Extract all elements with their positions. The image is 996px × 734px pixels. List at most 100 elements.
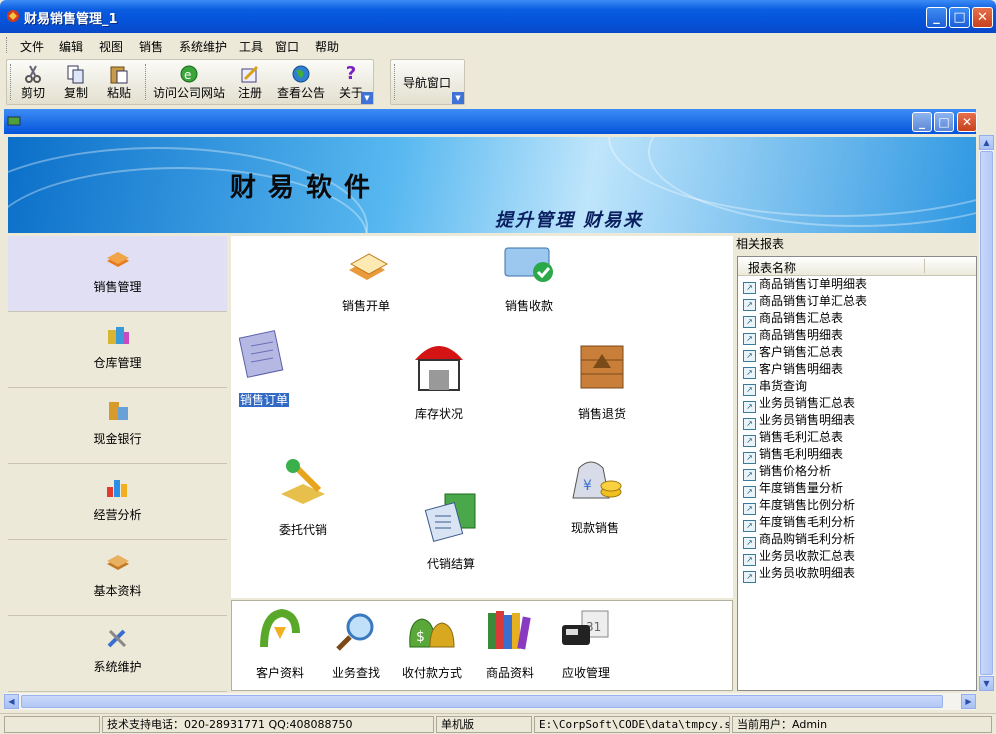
vertical-scrollbar[interactable]: ▲ ▼	[979, 135, 994, 691]
report-item[interactable]: ↗ 串货查询	[738, 378, 976, 396]
report-item[interactable]: ↗ 业务员销售汇总表	[738, 395, 976, 413]
node-label: 销售订单	[239, 393, 290, 407]
report-item-label: 年度销售量分析	[759, 481, 844, 495]
node-label: 销售收款	[504, 299, 553, 313]
warehouse-icon	[104, 322, 132, 348]
toolbar-chevron-icon[interactable]: ▼	[361, 92, 373, 104]
menu-edit[interactable]: 编辑	[59, 38, 83, 55]
shortcut-goods[interactable]: 商品资料	[482, 607, 538, 681]
report-item[interactable]: ↗ 客户销售汇总表	[738, 344, 976, 362]
node-inventory[interactable]: 库存状况	[411, 336, 467, 422]
scroll-left-icon[interactable]: ◀	[4, 694, 19, 709]
report-item[interactable]: ↗ 销售毛利明细表	[738, 446, 976, 464]
analysis-icon	[104, 474, 132, 500]
report-item[interactable]: ↗ 商品销售明细表	[738, 327, 976, 345]
sales-icon	[104, 246, 132, 272]
sidebar-item-analysis[interactable]: 经营分析	[8, 464, 227, 540]
paste-icon	[108, 64, 130, 84]
node-receipt[interactable]: 销售收款	[501, 244, 557, 314]
close-button[interactable]: ✕	[972, 7, 993, 28]
copy-button[interactable]: 复制	[62, 64, 90, 101]
scroll-down-icon[interactable]: ▼	[979, 676, 994, 691]
sidebar-item-system[interactable]: 系统维护	[8, 616, 227, 692]
help-icon: ?	[345, 63, 357, 84]
menu-window[interactable]: 窗口	[275, 38, 299, 55]
view-notice-label: 查看公告	[276, 86, 325, 100]
node-settlement[interactable]: 代销结算	[423, 490, 479, 572]
report-item[interactable]: ↗ 年度销售比例分析	[738, 497, 976, 515]
sidebar-item-bank[interactable]: 现金银行	[8, 388, 227, 464]
vertical-scroll-thumb[interactable]	[980, 151, 993, 675]
sidebar-item-label: 基本资料	[93, 584, 142, 598]
cut-button[interactable]: 剪切	[19, 64, 47, 101]
report-item-label: 业务员销售明细表	[759, 413, 856, 427]
sidebar-item-label: 仓库管理	[93, 356, 142, 370]
shortcut-customer[interactable]: 客户资料	[256, 607, 304, 681]
nav-window-button[interactable]: 导航窗口	[399, 74, 455, 91]
node-label: 代销结算	[426, 557, 475, 571]
child-maximize-button[interactable]: □	[934, 112, 954, 132]
node-order[interactable]: 销售订单	[238, 330, 290, 408]
report-item[interactable]: ↗ 销售毛利汇总表	[738, 429, 976, 447]
report-item[interactable]: ↗ 商品购销毛利分析	[738, 531, 976, 549]
horizontal-scroll-thumb[interactable]	[21, 695, 943, 708]
child-close-button[interactable]: ✕	[957, 112, 977, 132]
report-item[interactable]: ↗ 年度销售量分析	[738, 480, 976, 498]
window-titlebar: 财易销售管理_1 _ □ ✕	[0, 0, 996, 33]
report-item-label: 业务员收款明细表	[759, 566, 856, 580]
report-item[interactable]: ↗ 业务员收款明细表	[738, 565, 976, 583]
nav-toolbar-grip	[394, 64, 397, 100]
node-consign[interactable]: 委托代销	[275, 456, 331, 538]
order-icon	[238, 330, 289, 387]
shortcut-label: 商品资料	[485, 666, 534, 680]
app-icon	[5, 8, 21, 24]
report-item[interactable]: ↗ 商品销售订单明细表	[738, 276, 976, 294]
menu-system[interactable]: 系统维护	[179, 38, 227, 55]
paste-button[interactable]: 粘贴	[105, 64, 133, 101]
menu-sales[interactable]: 销售	[139, 38, 163, 55]
calculator-icon	[423, 490, 479, 551]
report-item[interactable]: ↗ 业务员销售明细表	[738, 412, 976, 430]
view-notice-button[interactable]: 查看公告	[276, 64, 326, 101]
node-sales-order[interactable]: 销售开单	[341, 244, 391, 314]
status-bar: 技术支持电话：020-28931771 QQ:408088750 单机版 E:\…	[0, 713, 996, 734]
book-icon	[104, 550, 132, 576]
minimize-button[interactable]: _	[926, 7, 947, 28]
register-button[interactable]: 注册	[236, 64, 264, 101]
register-icon	[239, 64, 261, 84]
shortcut-label: 收付款方式	[402, 666, 463, 680]
visit-website-label: 访问公司网站	[152, 86, 225, 100]
maximize-button[interactable]: □	[949, 7, 970, 28]
node-cash-sales[interactable]: ¥ 现款销售	[567, 454, 623, 536]
horizontal-scrollbar[interactable]: ◀ ▶	[4, 693, 976, 710]
menu-view[interactable]: 视图	[99, 38, 123, 55]
sidebar-item-sales[interactable]: 销售管理	[8, 236, 227, 312]
menu-help[interactable]: 帮助	[315, 38, 339, 55]
report-item[interactable]: ↗ 销售价格分析	[738, 463, 976, 481]
return-box-icon	[577, 340, 627, 401]
reports-column-header[interactable]: 报表名称	[738, 257, 976, 276]
report-item[interactable]: ↗ 商品销售汇总表	[738, 310, 976, 328]
report-item[interactable]: ↗ 年度销售毛利分析	[738, 514, 976, 532]
reports-heading: 相关报表	[736, 237, 785, 251]
sidebar-item-warehouse[interactable]: 仓库管理	[8, 312, 227, 388]
report-item[interactable]: ↗ 业务员收款汇总表	[738, 548, 976, 566]
banner	[8, 137, 976, 233]
node-return[interactable]: 销售退货	[577, 340, 627, 422]
shortcut-search[interactable]: 业务查找	[332, 607, 380, 681]
scroll-up-icon[interactable]: ▲	[979, 135, 994, 150]
menu-tools[interactable]: 工具	[239, 38, 263, 55]
banner-slogan: 提升管理 财易来	[495, 210, 644, 231]
visit-website-button[interactable]: e 访问公司网站	[151, 64, 227, 101]
nav-toolbar-chevron-icon[interactable]: ▼	[452, 92, 464, 104]
shortcut-payment[interactable]: $ 收付款方式	[402, 607, 462, 681]
scroll-right-icon[interactable]: ▶	[961, 694, 976, 709]
child-minimize-button[interactable]: _	[912, 112, 932, 132]
report-item[interactable]: ↗ 商品销售订单汇总表	[738, 293, 976, 311]
shortcut-receivable[interactable]: 31 应收管理	[558, 607, 614, 681]
payment-icon: $	[402, 607, 462, 660]
report-item[interactable]: ↗ 客户销售明细表	[738, 361, 976, 379]
menu-file[interactable]: 文件	[20, 38, 44, 55]
sidebar-item-basic[interactable]: 基本资料	[8, 540, 227, 616]
money-bag-icon: ¥	[567, 454, 623, 515]
